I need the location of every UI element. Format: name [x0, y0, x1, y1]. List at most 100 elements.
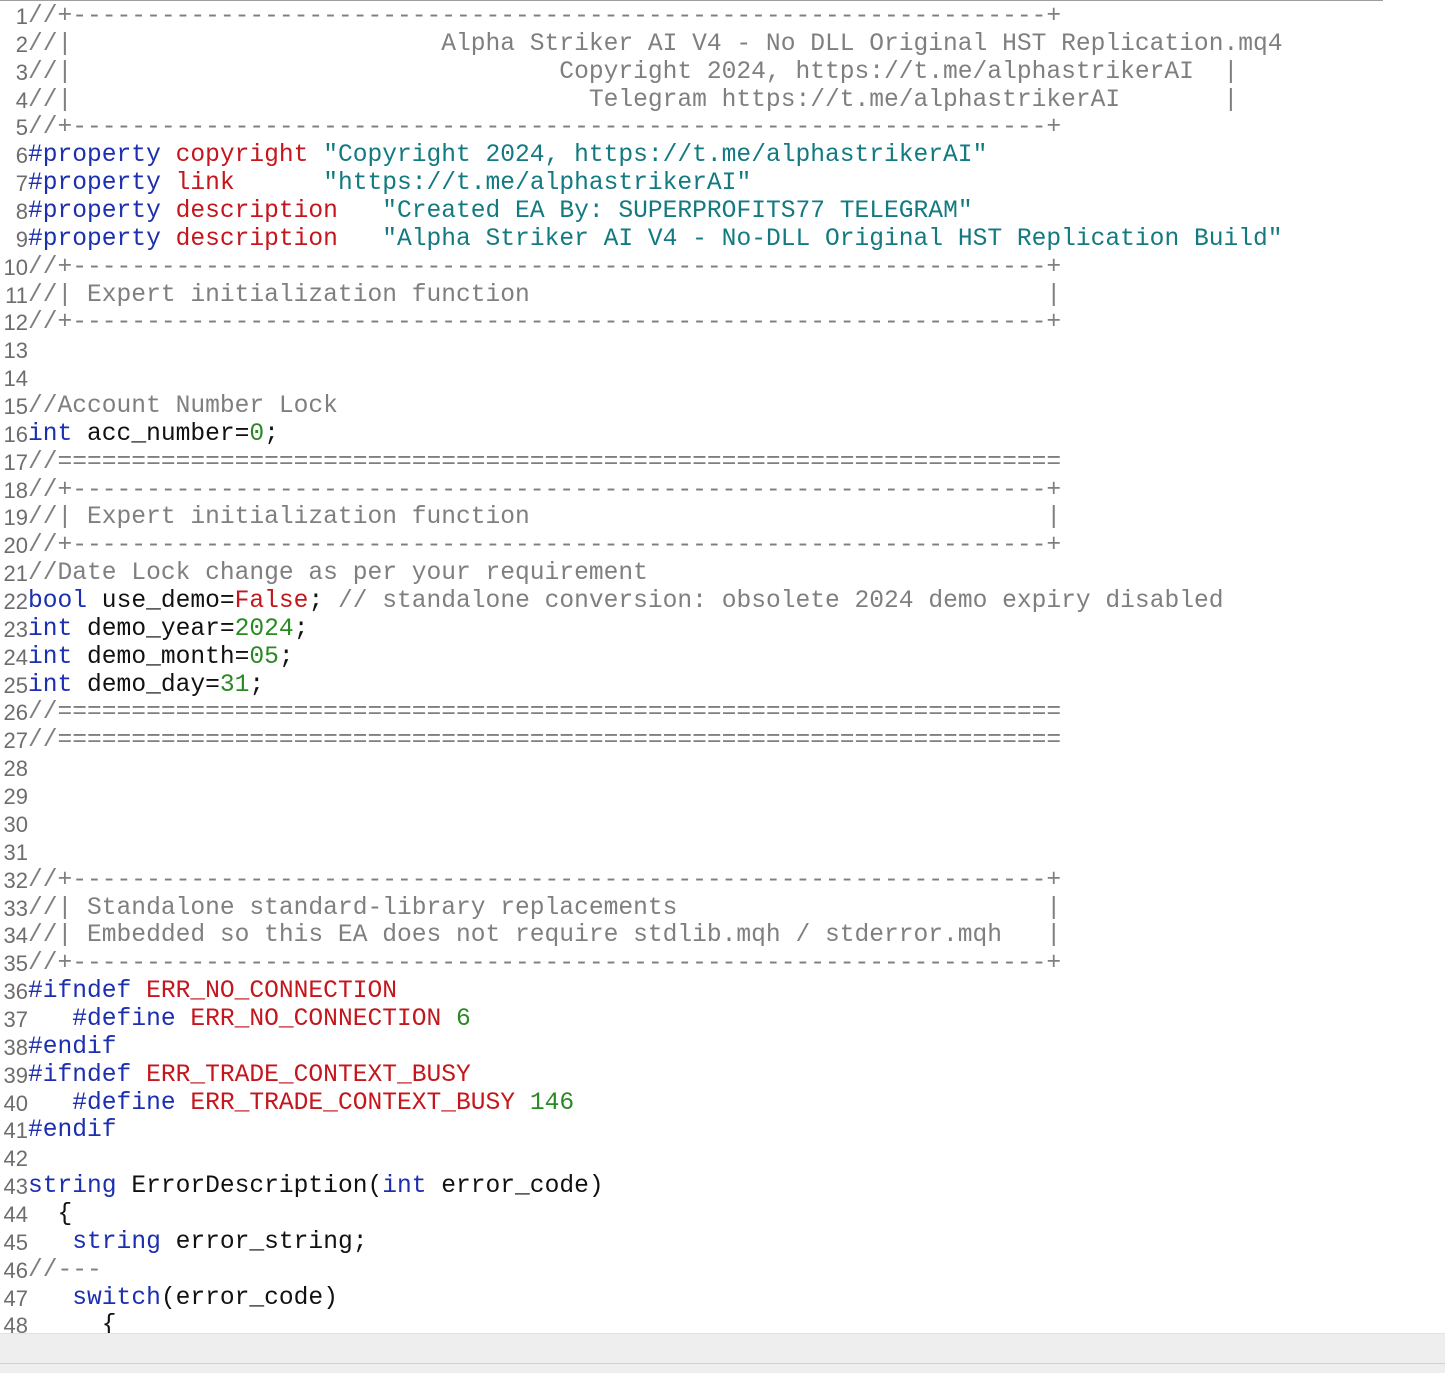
code-line[interactable]: 27//====================================…: [0, 727, 1445, 755]
code-line[interactable]: 5//+------------------------------------…: [0, 114, 1445, 142]
code-line[interactable]: 31: [0, 839, 1445, 867]
line-number-text: 5: [15, 115, 28, 141]
code-line[interactable]: 28: [0, 755, 1445, 783]
line-number: 33: [0, 895, 28, 923]
code-line[interactable]: 24 int demo_month=05;: [0, 644, 1445, 672]
line-number: 19: [0, 504, 28, 532]
code-line[interactable]: 2//| Alpha Striker AI V4 - No DLL Origin…: [0, 31, 1445, 59]
line-number-text: 23: [3, 616, 28, 642]
line-number: 38: [0, 1034, 28, 1062]
code-line[interactable]: 23 int demo_year=2024;: [0, 616, 1445, 644]
code-line[interactable]: 6 #property copyright "Copyright 2024, ht…: [0, 142, 1445, 170]
code-text: //+-------------------------------------…: [28, 477, 1061, 505]
code-line[interactable]: 18//+-----------------------------------…: [0, 477, 1445, 505]
code-line[interactable]: 4//| Telegram https://t.me/alphastrikerA…: [0, 87, 1445, 115]
line-number-text: 16: [3, 421, 28, 447]
code-line[interactable]: 7 #property link "https://t.me/alphastrik…: [0, 170, 1445, 198]
line-number-text: 17: [3, 449, 28, 475]
code-line[interactable]: 11//| Expert initialization function |: [0, 282, 1445, 310]
line-number: 11: [0, 282, 28, 310]
token-keyword: string: [28, 1173, 117, 1201]
code-line[interactable]: 22 bool use_demo=False; // standalone con…: [0, 588, 1445, 616]
code-line[interactable]: 40 #define ERR_TRADE_CONTEXT_BUSY 146: [0, 1090, 1445, 1118]
code-line[interactable]: 10//+-----------------------------------…: [0, 254, 1445, 282]
line-number-text: 44: [3, 1201, 28, 1227]
token-directive: #property: [28, 225, 161, 253]
code-line[interactable]: 25 int demo_day=31;: [0, 672, 1445, 700]
code-line[interactable]: 43 string ErrorDescription(int error_code…: [0, 1173, 1445, 1201]
code-text: //| Embedded so this EA does not require…: [28, 922, 1061, 950]
code-text: {: [28, 1200, 73, 1229]
line-number-text: 3: [15, 59, 28, 85]
code-line[interactable]: 47 switch(error_code): [0, 1285, 1445, 1313]
code-line[interactable]: 3//| Copyright 2024, https://t.me/alphas…: [0, 59, 1445, 87]
code-text: //+-------------------------------------…: [28, 254, 1061, 282]
line-number-text: 1: [15, 4, 28, 29]
token-number: 6: [456, 1005, 471, 1033]
token-directive: #define: [72, 1089, 176, 1117]
token-ident: use_demo=: [87, 588, 235, 616]
token-bool: False: [234, 588, 309, 616]
code-view[interactable]: 1 //+------------------------------------…: [0, 3, 1445, 1333]
code-line[interactable]: 39 #ifndef ERR_TRADE_CONTEXT_BUSY: [0, 1062, 1445, 1090]
code-line[interactable]: 36 #ifndef ERR_NO_CONNECTION: [0, 978, 1445, 1006]
code-line[interactable]: 15//Account Number Lock: [0, 393, 1445, 421]
code-text: //======================================…: [28, 699, 1061, 727]
code-text: //+-------------------------------------…: [28, 309, 1061, 337]
code-text: //Account Number Lock: [28, 393, 338, 421]
code-line[interactable]: 48 {: [0, 1312, 1445, 1333]
code-line[interactable]: 17//====================================…: [0, 449, 1445, 477]
line-number-text: 32: [3, 867, 28, 893]
code-editor[interactable]: 1 //+------------------------------------…: [0, 0, 1445, 1397]
code-line[interactable]: 21//Date Lock change as per your require…: [0, 560, 1445, 588]
code-line[interactable]: 30: [0, 811, 1445, 839]
code-line[interactable]: 13: [0, 337, 1445, 365]
code-text: //| Alpha Striker AI V4 - No DLL Origina…: [28, 31, 1283, 59]
line-number-text: 33: [3, 895, 28, 921]
token-punct: ;: [308, 588, 338, 616]
code-text: #property link "https://t.me/alphastrike…: [28, 170, 751, 198]
code-line[interactable]: 35//+-----------------------------------…: [0, 950, 1445, 978]
line-number: 6: [0, 142, 28, 170]
code-line[interactable]: 46//---: [0, 1257, 1445, 1285]
code-line[interactable]: 38 #endif: [0, 1034, 1445, 1062]
code-line[interactable]: 8 #property description "Created EA By: S…: [0, 198, 1445, 226]
code-line[interactable]: 20//+-----------------------------------…: [0, 532, 1445, 560]
code-line[interactable]: 45 string error_string;: [0, 1229, 1445, 1257]
code-line[interactable]: 12//+-----------------------------------…: [0, 309, 1445, 337]
token-comment: //+-------------------------------------…: [28, 476, 1062, 504]
code-line[interactable]: 33//| Standalone standard-library replac…: [0, 895, 1445, 923]
code-line[interactable]: 1//+------------------------------------…: [0, 3, 1445, 31]
line-number-text: 11: [5, 282, 28, 308]
code-line[interactable]: 26//====================================…: [0, 699, 1445, 727]
code-text: #ifndef ERR_TRADE_CONTEXT_BUSY: [28, 1062, 471, 1090]
code-line[interactable]: 9 #property description "Alpha Striker AI…: [0, 226, 1445, 254]
code-line[interactable]: 32//+-----------------------------------…: [0, 867, 1445, 895]
code-line[interactable]: 16 int acc_number=0;: [0, 421, 1445, 449]
code-line[interactable]: 42: [0, 1145, 1445, 1173]
token-comment: //Date Lock change as per your requireme…: [28, 560, 648, 588]
code-line[interactable]: 44 {: [0, 1201, 1445, 1229]
line-number: 37: [0, 1006, 28, 1034]
code-line[interactable]: 34//| Embedded so this EA does not requi…: [0, 922, 1445, 950]
token-comment: //+-------------------------------------…: [28, 950, 1062, 978]
code-text: int demo_day=31;: [28, 672, 264, 700]
token-punct: [338, 198, 382, 225]
code-line[interactable]: 41 #endif: [0, 1117, 1445, 1145]
token-keyword: int: [28, 671, 73, 699]
token-punct: {: [28, 1200, 73, 1228]
line-number: 44: [0, 1201, 28, 1229]
code-text: #define ERR_TRADE_CONTEXT_BUSY 146: [28, 1090, 574, 1118]
line-number: 8: [0, 198, 28, 226]
line-number-text: 2: [15, 31, 28, 57]
code-line[interactable]: 14: [0, 365, 1445, 393]
token-macro: ERR_NO_CONNECTION: [146, 978, 397, 1006]
token-number: 146: [529, 1089, 575, 1117]
token-punct: ;: [264, 420, 279, 448]
code-line[interactable]: 37 #define ERR_NO_CONNECTION 6: [0, 1006, 1445, 1034]
code-text: #ifndef ERR_NO_CONNECTION: [28, 978, 397, 1006]
horizontal-scrollbar[interactable]: [0, 1333, 1445, 1374]
code-line[interactable]: 29: [0, 783, 1445, 811]
line-number-text: 26: [3, 700, 28, 726]
code-line[interactable]: 19//| Expert initialization function |: [0, 504, 1445, 532]
